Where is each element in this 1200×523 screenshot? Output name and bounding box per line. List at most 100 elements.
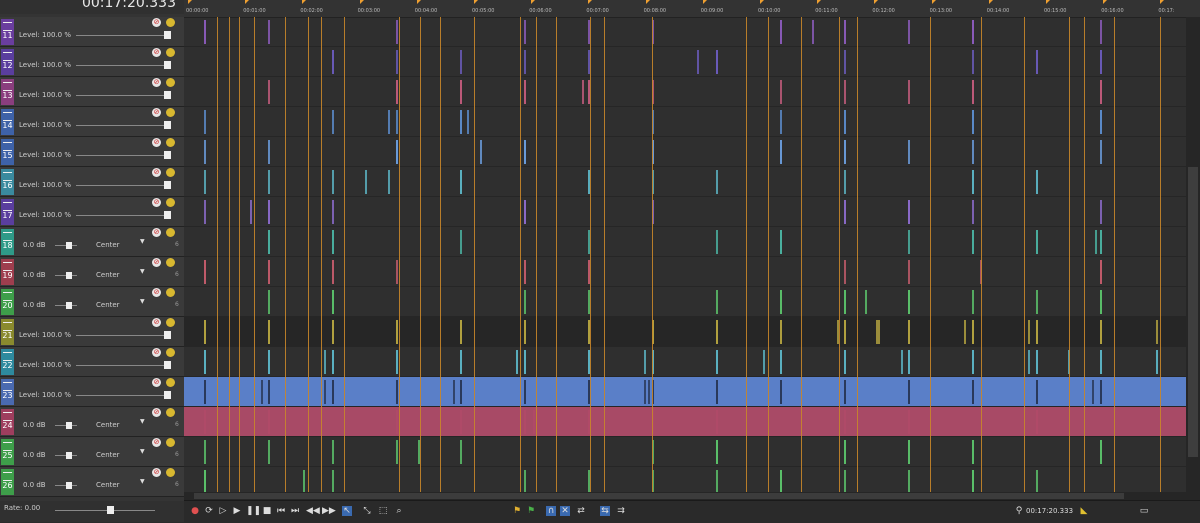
clip-event[interactable]	[460, 50, 462, 74]
zoom-tool-icon[interactable]: ⌕	[394, 506, 404, 516]
prev-icon[interactable]: ⏮	[276, 506, 286, 516]
clip-event[interactable]	[844, 290, 846, 314]
clip-event[interactable]	[763, 350, 765, 374]
track-header-13[interactable]: 13 ⊘ Level: 100.0 %	[0, 77, 184, 107]
clip-event[interactable]	[332, 440, 334, 464]
clip-event[interactable]	[524, 260, 526, 284]
clip-event[interactable]	[648, 380, 650, 404]
clip-event[interactable]	[972, 20, 974, 44]
clip-event[interactable]	[780, 20, 782, 44]
track-number[interactable]: 22	[1, 349, 14, 375]
pan-dropdown-icon[interactable]: ▼	[140, 478, 145, 485]
clip-event[interactable]	[1100, 80, 1102, 104]
pan-dropdown-icon[interactable]: ▼	[140, 448, 145, 455]
clip-event[interactable]	[844, 350, 846, 374]
vertical-scroll-thumb[interactable]	[1188, 167, 1198, 457]
clip-event[interactable]	[582, 80, 584, 104]
marker-flag-icon[interactable]	[874, 0, 879, 4]
forward-icon[interactable]: ▶▶	[322, 506, 336, 516]
clip-event[interactable]	[780, 350, 782, 374]
clip-event[interactable]	[524, 80, 526, 104]
rate-slider-knob[interactable]	[107, 506, 114, 514]
selection-tool-icon[interactable]: ⬚	[378, 506, 388, 516]
clip-event[interactable]	[780, 320, 782, 344]
clip-event[interactable]	[1100, 110, 1102, 134]
record-icon[interactable]: ●	[190, 506, 200, 516]
clip-event[interactable]	[460, 230, 462, 254]
solo-icon[interactable]	[166, 348, 175, 357]
clip-event[interactable]	[1100, 140, 1102, 164]
clip-event[interactable]	[467, 110, 469, 134]
clip-event[interactable]	[396, 140, 398, 164]
track-header-24[interactable]: 24 ⊘ 0.0 dB Center ▼ 6	[0, 407, 184, 437]
clip-event[interactable]	[524, 410, 526, 434]
clip-event[interactable]	[1036, 50, 1038, 74]
clip-event[interactable]	[865, 290, 867, 314]
clip-event[interactable]	[524, 200, 526, 224]
clip-event[interactable]	[780, 380, 782, 404]
track-level-slider[interactable]	[76, 335, 164, 336]
mute-icon[interactable]: ⊘	[152, 438, 161, 447]
clip-event[interactable]	[516, 350, 518, 374]
mute-icon[interactable]: ⊘	[152, 198, 161, 207]
clip-event[interactable]	[1036, 290, 1038, 314]
clip-event[interactable]	[365, 170, 367, 194]
marker-icon[interactable]: ⚑	[512, 506, 522, 516]
clip-event[interactable]	[716, 470, 718, 492]
clip-event[interactable]	[396, 380, 398, 404]
track-number[interactable]: 26	[1, 469, 14, 495]
play-icon[interactable]: ▶	[232, 506, 242, 516]
track-number[interactable]: 19	[1, 259, 14, 285]
track-lane-12[interactable]	[184, 47, 1200, 77]
lock-envelopes-icon[interactable]: ⇆	[600, 506, 610, 516]
clip-event[interactable]	[460, 110, 462, 134]
clip-event[interactable]	[332, 380, 334, 404]
mute-icon[interactable]: ⊘	[152, 18, 161, 27]
solo-icon[interactable]	[166, 228, 175, 237]
clip-event[interactable]	[204, 350, 206, 374]
solo-icon[interactable]	[166, 78, 175, 87]
clip-event[interactable]	[972, 440, 974, 464]
track-level-slider[interactable]	[76, 95, 164, 96]
clip-event[interactable]	[1095, 230, 1097, 254]
ignore-grouping-icon[interactable]: ⇉	[616, 506, 626, 516]
clip-event[interactable]	[204, 200, 206, 224]
track-level-slider[interactable]	[76, 155, 164, 156]
clip-event[interactable]	[332, 230, 334, 254]
mute-icon[interactable]: ⊘	[152, 408, 161, 417]
track-volume-knob[interactable]	[66, 302, 72, 309]
clip-event[interactable]	[1036, 350, 1038, 374]
track-number[interactable]: 11	[1, 19, 14, 45]
clip-event[interactable]	[908, 470, 910, 492]
track-number[interactable]: 20	[1, 289, 14, 315]
track-header-17[interactable]: 17 ⊘ Level: 100.0 %	[0, 197, 184, 227]
mute-icon[interactable]: ⊘	[152, 378, 161, 387]
clip-event[interactable]	[780, 290, 782, 314]
solo-icon[interactable]	[166, 318, 175, 327]
track-header-20[interactable]: 20 ⊘ 0.0 dB Center ▼ 6	[0, 287, 184, 317]
track-header-23[interactable]: 23 ⊘ Level: 100.0 %	[0, 377, 184, 407]
clip-event[interactable]	[396, 440, 398, 464]
track-level-slider[interactable]	[76, 395, 164, 396]
clip-event[interactable]	[268, 290, 270, 314]
track-level-knob[interactable]	[164, 391, 171, 399]
clip-event[interactable]	[972, 350, 974, 374]
clip-event[interactable]	[332, 200, 334, 224]
clip-event[interactable]	[972, 320, 974, 344]
clip-event[interactable]	[396, 50, 398, 74]
solo-icon[interactable]	[166, 108, 175, 117]
clip-event[interactable]	[878, 320, 880, 344]
clip-event[interactable]	[204, 440, 206, 464]
clip-event[interactable]	[972, 200, 974, 224]
clip-event[interactable]	[716, 290, 718, 314]
track-header-26[interactable]: 26 ⊘ 0.0 dB Center ▼ 6	[0, 467, 184, 497]
track-level-slider[interactable]	[76, 365, 164, 366]
pause-icon[interactable]: ❚❚	[246, 506, 261, 516]
region-icon[interactable]: ⚑	[526, 506, 536, 516]
clip-event[interactable]	[524, 50, 526, 74]
time-ruler[interactable]: 00:00:00 00:01:00 00:02:00 00:03:00 00:04:00…	[184, 0, 1200, 18]
clip-event[interactable]	[460, 320, 462, 344]
clip-event[interactable]	[388, 170, 390, 194]
mute-icon[interactable]: ⊘	[152, 48, 161, 57]
clip-event[interactable]	[844, 470, 846, 492]
